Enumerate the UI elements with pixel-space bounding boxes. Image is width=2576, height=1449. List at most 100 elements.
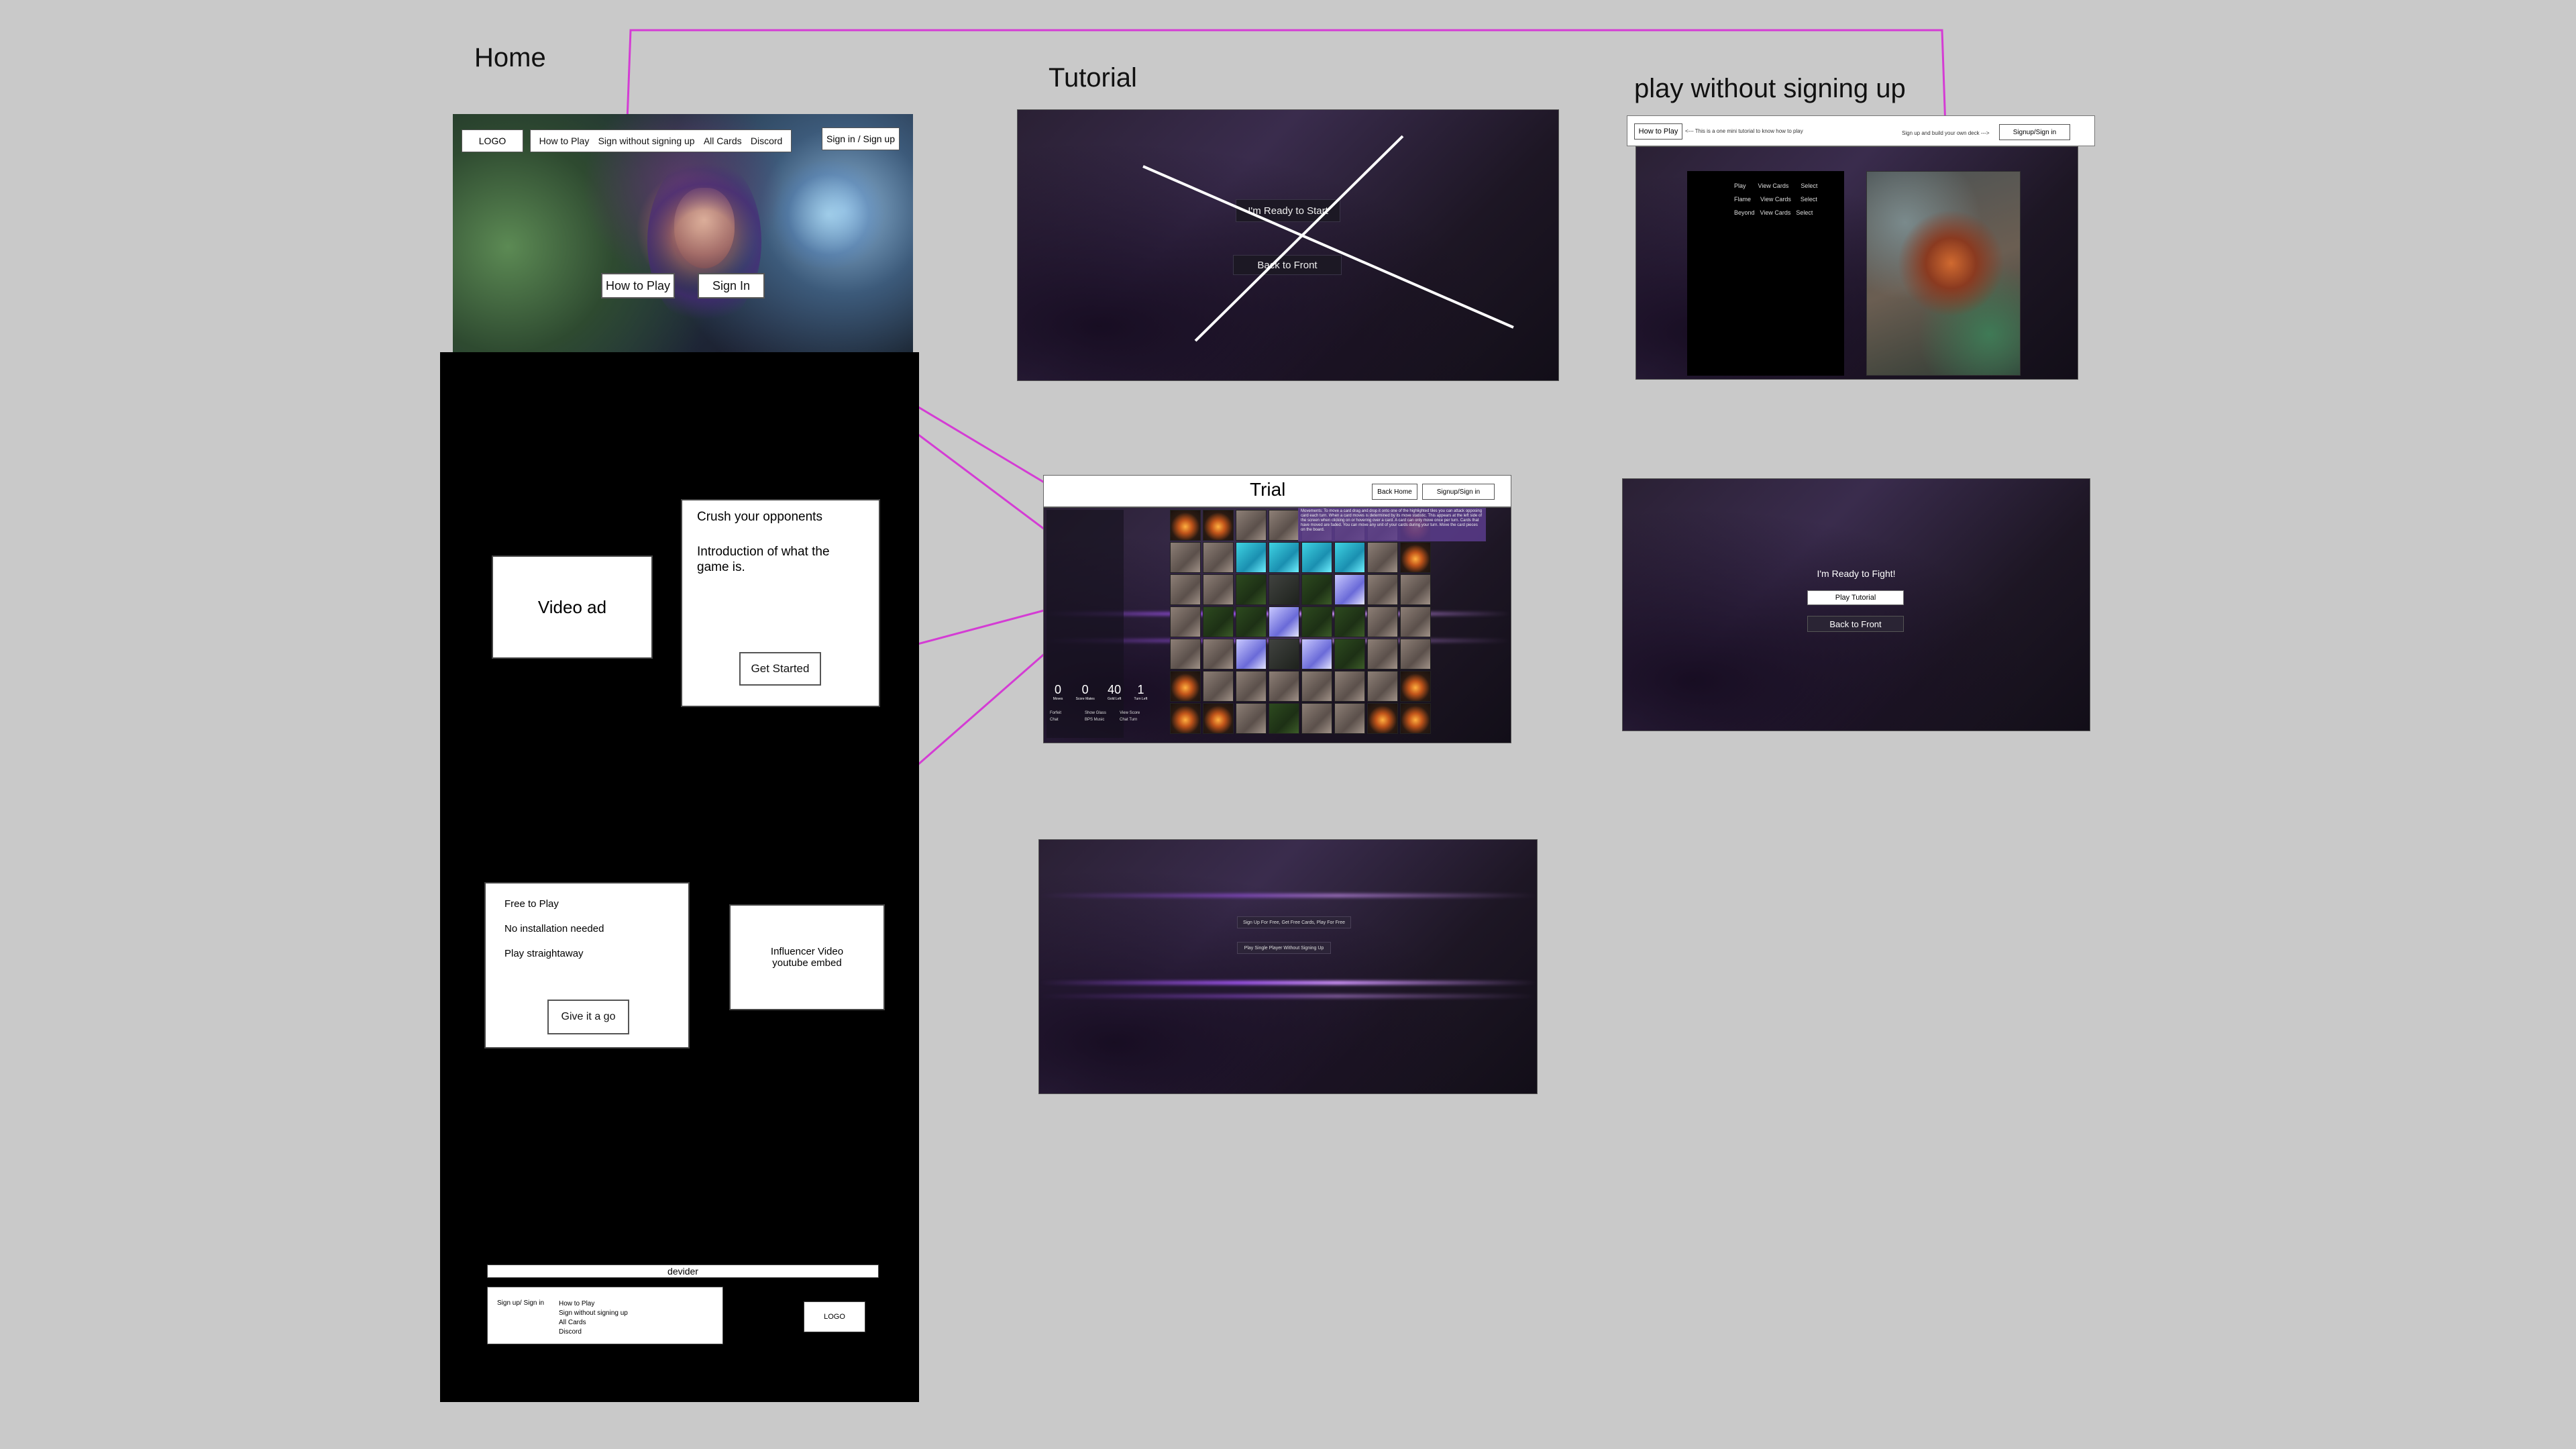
hero-how-to-play-button[interactable]: How to Play	[601, 273, 675, 299]
board-tile-rock[interactable]	[1170, 574, 1201, 605]
footer-link-discord[interactable]: Discord	[559, 1328, 628, 1337]
board-tile-grass[interactable]	[1334, 639, 1365, 669]
board-tile-grass[interactable]	[1334, 606, 1365, 637]
board-tile-grass[interactable]	[1269, 703, 1299, 734]
landing-signup-free-button[interactable]: Sign Up For Free, Get Free Cards, Play F…	[1237, 916, 1351, 928]
board-tile-grass[interactable]	[1301, 606, 1332, 637]
board-tile-grass[interactable]	[1236, 606, 1267, 637]
board-tile-rock[interactable]	[1400, 639, 1431, 669]
board-tile-grass[interactable]	[1301, 574, 1332, 605]
home-logo[interactable]: LOGO	[462, 129, 523, 152]
board-tile-fire[interactable]	[1170, 510, 1201, 541]
board-tile-rock[interactable]	[1367, 606, 1398, 637]
nav-all-cards[interactable]: All Cards	[704, 136, 742, 146]
play-without-how-to-play-button[interactable]: How to Play	[1634, 123, 1682, 140]
deck-row-beyond-view[interactable]: View Cards	[1760, 209, 1791, 216]
trial-back-home-button[interactable]: Back Home	[1372, 484, 1417, 500]
board-tile-fire[interactable]	[1400, 542, 1431, 573]
deck-row-play-select[interactable]: Select	[1801, 182, 1817, 189]
board-tile-ice[interactable]	[1269, 542, 1299, 573]
play-without-signup-button[interactable]: Signup/Sign in	[1999, 124, 2070, 140]
board-tile-rock[interactable]	[1334, 703, 1365, 734]
board-tile-ice[interactable]	[1301, 542, 1332, 573]
video-ad-placeholder[interactable]: Video ad	[492, 555, 653, 659]
footer-social-twitter[interactable]: Twitter	[727, 1318, 756, 1328]
board-tile-crystal[interactable]	[1301, 639, 1332, 669]
footer-social-reddit[interactable]: Reddit	[727, 1328, 756, 1337]
board-tile-fire[interactable]	[1170, 703, 1201, 734]
footer-social-facebook[interactable]: Facebook	[727, 1309, 756, 1318]
board-tile-rock[interactable]	[1236, 703, 1267, 734]
nav-sign-in-up-button[interactable]: Sign in / Sign up	[822, 127, 900, 150]
board-tile-rock[interactable]	[1203, 542, 1234, 573]
nav-discord[interactable]: Discord	[751, 136, 782, 146]
board-tile-rock[interactable]	[1170, 542, 1201, 573]
hero-sign-in-button[interactable]: Sign In	[698, 273, 765, 299]
control-chat-turn[interactable]: Chat Turn	[1120, 718, 1152, 722]
board-tile-rock[interactable]	[1203, 671, 1234, 702]
board-tile-rock[interactable]	[1170, 606, 1201, 637]
control-forfeit[interactable]: Forfeit	[1050, 711, 1082, 715]
control-view-score[interactable]: View Score	[1120, 711, 1152, 715]
board-tile-rock[interactable]	[1269, 510, 1299, 541]
nav-how-to-play[interactable]: How to Play	[539, 136, 590, 146]
deck-row-flame-select[interactable]: Select	[1801, 196, 1817, 203]
board-tile-grass[interactable]	[1236, 574, 1267, 605]
footer-link-how-to-play[interactable]: How to Play	[559, 1299, 628, 1309]
board-tile-rock[interactable]	[1301, 703, 1332, 734]
board-tile-fire[interactable]	[1170, 671, 1201, 702]
board-tile-rock[interactable]	[1203, 574, 1234, 605]
deck-row-flame-view[interactable]: View Cards	[1760, 196, 1791, 203]
deck-row-play[interactable]: Play View Cards Select	[1734, 182, 1817, 189]
board-tile-ice[interactable]	[1236, 542, 1267, 573]
board-tile-rock[interactable]	[1334, 671, 1365, 702]
footer-link-sign-without[interactable]: Sign without signing up	[559, 1309, 628, 1318]
board-tile-dark[interactable]	[1269, 639, 1299, 669]
nav-sign-without[interactable]: Sign without signing up	[598, 136, 695, 146]
board-tile-grass[interactable]	[1203, 606, 1234, 637]
board-tile-ice[interactable]	[1334, 542, 1365, 573]
fight-back-front-button[interactable]: Back to Front	[1807, 616, 1904, 632]
deck-row-play-view[interactable]: View Cards	[1758, 182, 1789, 189]
footer-link-all-cards[interactable]: All Cards	[559, 1318, 628, 1328]
board-tile-rock[interactable]	[1400, 574, 1431, 605]
board-tile-rock[interactable]	[1367, 671, 1398, 702]
deck-row-beyond[interactable]: Beyond View Cards Select	[1734, 209, 1813, 216]
trial-signup-button[interactable]: Signup/Sign in	[1422, 484, 1495, 500]
board-tile-fire[interactable]	[1203, 510, 1234, 541]
board-tile-crystal[interactable]	[1334, 574, 1365, 605]
board-tile-rock[interactable]	[1367, 542, 1398, 573]
board-tile-crystal[interactable]	[1269, 606, 1299, 637]
board-tile-rock[interactable]	[1367, 639, 1398, 669]
influencer-video-embed[interactable]: Influencer Video youtube embed	[729, 904, 885, 1010]
board-tile-dark[interactable]	[1269, 574, 1299, 605]
board-tile-rock[interactable]	[1367, 574, 1398, 605]
landing-play-single-button[interactable]: Play Single Player Without Signing Up	[1237, 942, 1331, 954]
board-tile-rock[interactable]	[1236, 671, 1267, 702]
control-show-glass[interactable]: Show Glass	[1085, 711, 1117, 715]
footer-social-discord[interactable]: Discord	[727, 1299, 756, 1309]
get-started-button[interactable]: Get Started	[739, 652, 821, 686]
board-tile-rock[interactable]	[1400, 606, 1431, 637]
board-tile-rock[interactable]	[1203, 639, 1234, 669]
control-chat[interactable]: Chat	[1050, 718, 1082, 722]
footer-logo[interactable]: LOGO	[804, 1301, 865, 1332]
board-tile-fire[interactable]	[1367, 703, 1398, 734]
deck-row-beyond-select[interactable]: Select	[1796, 209, 1813, 216]
board-tile-crystal[interactable]	[1236, 639, 1267, 669]
board-tile-fire[interactable]	[1400, 703, 1431, 734]
board-tile-rock[interactable]	[1236, 510, 1267, 541]
fight-play-tutorial-button[interactable]: Play Tutorial	[1807, 590, 1904, 605]
control-bps-music[interactable]: BPS Music	[1085, 718, 1117, 722]
board-tile-fire[interactable]	[1203, 703, 1234, 734]
board-tile-rock[interactable]	[1170, 639, 1201, 669]
board-tile-fire[interactable]	[1400, 671, 1431, 702]
footer-sign-up-link[interactable]: Sign up/ Sign in	[497, 1299, 544, 1307]
give-it-a-go-button[interactable]: Give it a go	[547, 1000, 629, 1034]
footer-social-ice[interactable]: (X ICE)	[727, 1290, 756, 1299]
deck-row-play-name: Play	[1734, 182, 1746, 189]
trial-title: Trial	[1250, 479, 1286, 500]
board-tile-rock[interactable]	[1269, 671, 1299, 702]
deck-row-flame[interactable]: Flame View Cards Select	[1734, 196, 1817, 203]
board-tile-rock[interactable]	[1301, 671, 1332, 702]
